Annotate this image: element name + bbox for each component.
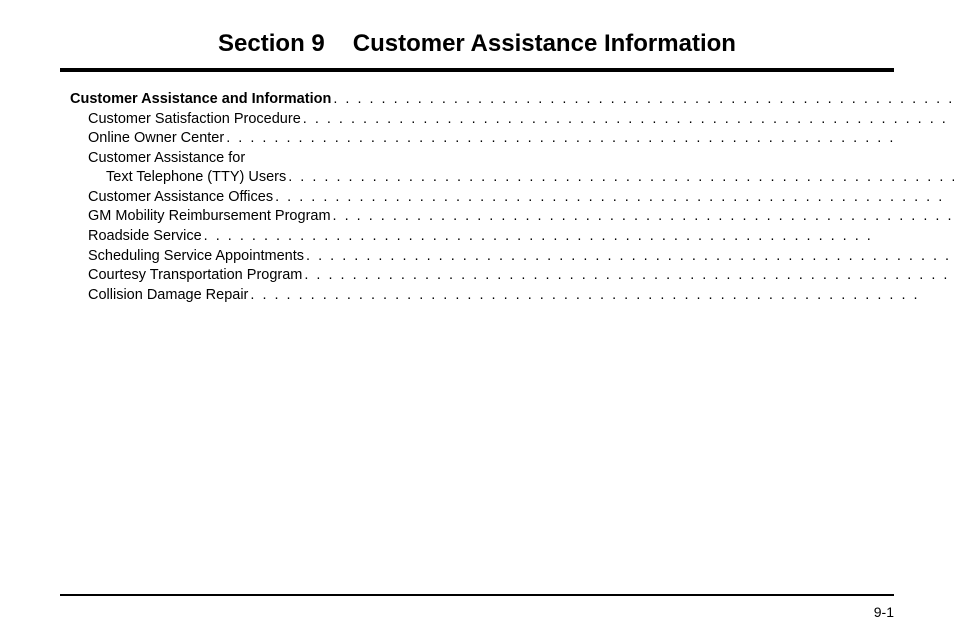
toc-label: GM Mobility Reimbursement Program [88, 207, 331, 227]
toc-label: Customer Assistance for [88, 149, 245, 169]
toc-entry: Online Owner Center9-5 [70, 129, 954, 149]
section-title: Section 9 Customer Assistance Information [60, 30, 894, 58]
toc-label: Customer Satisfaction Procedure [88, 110, 301, 130]
leader-dots [333, 207, 954, 227]
toc-entry: Customer Assistance and Information9-2 [70, 90, 954, 110]
toc-entry: Customer Assistance for [70, 149, 954, 169]
toc-label: Collision Damage Repair [88, 286, 248, 306]
leader-dots [304, 266, 954, 286]
toc-entry: GM Mobility Reimbursement Program9-7 [70, 207, 954, 227]
toc-label: Customer Assistance Offices [88, 188, 273, 208]
title-rule [60, 68, 894, 72]
page-number: 9-1 [874, 604, 894, 620]
leader-dots [204, 227, 954, 247]
footer-rule [60, 594, 894, 596]
toc-entry: Courtesy Transportation Program9-11 [70, 266, 954, 286]
toc-label: Scheduling Service Appointments [88, 247, 304, 267]
leader-dots [333, 90, 954, 110]
toc-entry: Customer Satisfaction Procedure9-2 [70, 110, 954, 130]
toc-entry: Collision Damage Repair9-13 [70, 286, 954, 306]
toc-label: Roadside Service [88, 227, 202, 247]
leader-dots [288, 168, 954, 188]
leader-dots [306, 247, 954, 267]
toc-entry: Scheduling Service Appointments9-11 [70, 247, 954, 267]
leader-dots [275, 188, 954, 208]
toc-entry: Customer Assistance Offices9-6 [70, 188, 954, 208]
toc-columns: Customer Assistance and Information9-2Cu… [60, 90, 894, 346]
toc-entry: Text Telephone (TTY) Users9-6 [70, 168, 954, 188]
leader-dots [303, 110, 954, 130]
toc-label: Customer Assistance and Information [70, 90, 331, 110]
toc-entry: Roadside Service9-8 [70, 227, 954, 247]
toc-label: Courtesy Transportation Program [88, 266, 302, 286]
toc-label: Online Owner Center [88, 129, 224, 149]
leader-dots [250, 286, 954, 306]
leader-dots [226, 129, 954, 149]
toc-label: Text Telephone (TTY) Users [106, 168, 286, 188]
title-prefix: Section 9 [218, 30, 325, 57]
title-main: Customer Assistance Information [353, 30, 736, 57]
toc-left-column: Customer Assistance and Information9-2Cu… [70, 90, 954, 346]
